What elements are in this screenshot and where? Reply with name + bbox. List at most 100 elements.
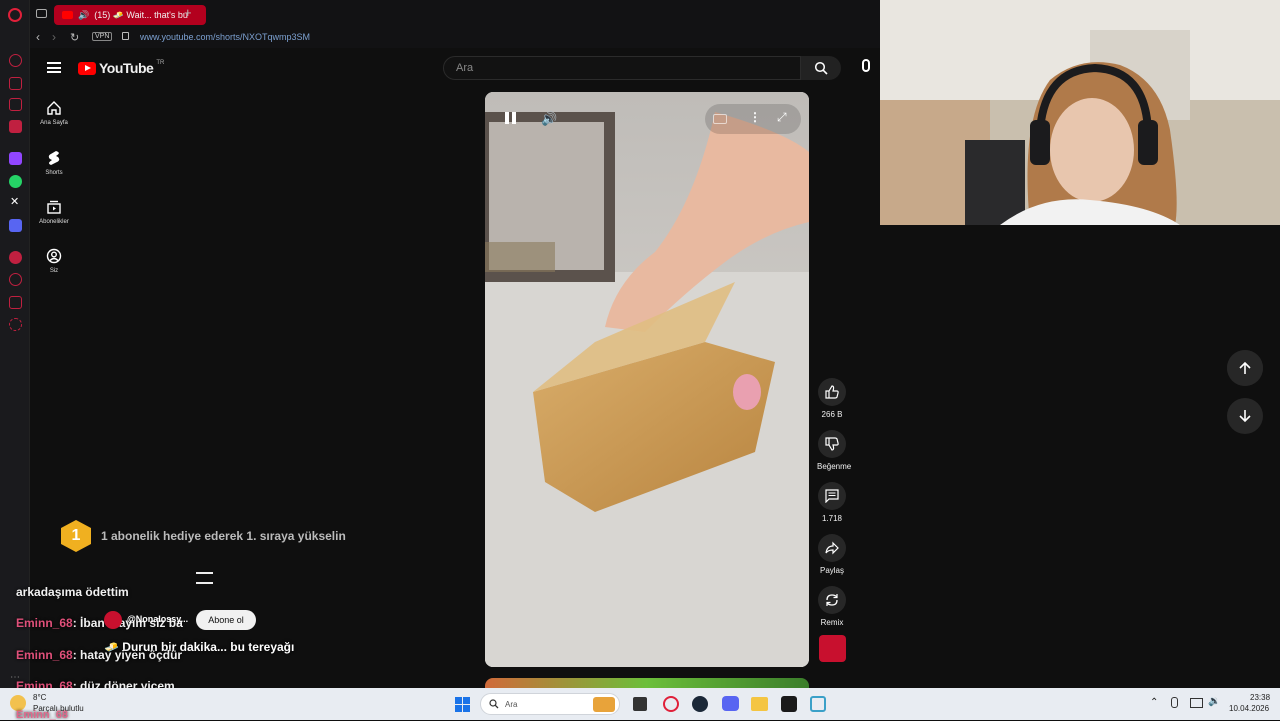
- search-input[interactable]: Ara: [443, 56, 801, 80]
- tab-bar: 🔊 (15) 🧈 Wait... that's bu +: [30, 0, 880, 28]
- reload-icon[interactable]: ↻: [70, 31, 79, 44]
- chat-user: Eminn_68: [16, 616, 73, 630]
- refresh-icon[interactable]: [9, 54, 22, 67]
- clock-date[interactable]: 10.04.2026: [1229, 704, 1269, 713]
- discord-icon[interactable]: [9, 219, 22, 232]
- shopping-icon[interactable]: [9, 77, 22, 90]
- steam-icon[interactable]: [692, 696, 708, 712]
- remix-button[interactable]: Remix: [817, 586, 847, 627]
- like-count: 266 B: [821, 410, 843, 419]
- shorts-icon: [48, 151, 60, 165]
- file-explorer-icon[interactable]: [751, 697, 768, 711]
- opera-taskbar-icon[interactable]: [663, 696, 679, 712]
- share-label: Paylaş: [819, 566, 844, 575]
- nav-label: Ana Sayfa: [40, 120, 68, 126]
- share-icon: [825, 541, 839, 555]
- previous-short-button[interactable]: [1227, 350, 1263, 386]
- taskbar-search[interactable]: Ara: [480, 693, 620, 715]
- tray-chevron-icon[interactable]: ⌃: [1150, 697, 1158, 708]
- discord-taskbar-icon[interactable]: [722, 696, 739, 711]
- task-view-icon[interactable]: [633, 697, 647, 711]
- captions-icon[interactable]: [713, 114, 727, 124]
- rank-message: 1 abonelik hediye ederek 1. sıraya yükse…: [101, 529, 346, 543]
- display-tray-icon[interactable]: [1190, 698, 1203, 708]
- settings-icon[interactable]: [9, 318, 22, 331]
- taskbar-search-text: Ara: [505, 700, 518, 709]
- nav-label: Siz: [49, 268, 59, 274]
- app-icon[interactable]: [781, 696, 797, 712]
- subscriptions-icon: [47, 200, 61, 214]
- audio-source-thumbnail[interactable]: [819, 635, 846, 662]
- logo-text: YouTube: [99, 60, 154, 76]
- chat-filter-icon: [196, 572, 213, 584]
- like-button[interactable]: 266 B: [817, 378, 847, 419]
- channel-avatar[interactable]: [104, 611, 122, 629]
- chat-message: Eminn_68: hatay yiyen öçdür: [16, 648, 182, 662]
- tab-title: (15) 🧈 Wait... that's bu: [94, 9, 188, 20]
- chat-user: Eminn_68: [16, 648, 73, 662]
- x-icon[interactable]: ✕: [10, 195, 19, 208]
- comment-count: 1.718: [821, 514, 843, 523]
- search-icon: [489, 699, 499, 709]
- tab-overview-icon[interactable]: [36, 9, 47, 18]
- home-icon: [47, 101, 61, 115]
- subscribe-button[interactable]: Abone ol: [196, 610, 256, 630]
- remix-label: Remix: [820, 618, 844, 627]
- back-icon[interactable]: ‹: [36, 30, 40, 44]
- mic-icon[interactable]: [862, 59, 870, 72]
- nav-shorts[interactable]: Shorts: [30, 150, 78, 176]
- channel-handle[interactable]: @Nonalossy...: [127, 614, 188, 624]
- extensions-icon[interactable]: [9, 296, 22, 309]
- opera-logo-icon[interactable]: [8, 8, 22, 22]
- short-video-player[interactable]: 🔊 ⋮ ⤢: [485, 92, 809, 667]
- volume-tray-icon[interactable]: 🔉: [1208, 696, 1220, 707]
- more-options-icon[interactable]: ⋮: [749, 110, 761, 124]
- forward-icon[interactable]: ›: [52, 30, 56, 44]
- new-tab-button[interactable]: +: [184, 5, 192, 20]
- youtube-logo[interactable]: YouTube TR: [78, 60, 164, 76]
- nav-label: Shorts: [45, 170, 63, 176]
- twitch-icon[interactable]: [9, 152, 22, 165]
- windows-start-icon[interactable]: [455, 697, 470, 712]
- volume-icon[interactable]: 🔊: [541, 111, 557, 127]
- nav-home[interactable]: Ana Sayfa: [30, 100, 78, 126]
- dislike-button[interactable]: Beğenme: [817, 430, 851, 471]
- webcam-overlay: [880, 0, 1280, 225]
- webcam-feed: [880, 0, 1280, 225]
- pause-button[interactable]: [503, 110, 519, 126]
- nav-label: Abonelikler: [39, 219, 69, 225]
- menu-icon[interactable]: [47, 62, 61, 73]
- nav-subscriptions[interactable]: Abonelikler: [30, 199, 78, 225]
- messenger-icon[interactable]: [9, 120, 22, 133]
- search-button[interactable]: [801, 56, 841, 80]
- chat-message: Eminn_68: [16, 709, 68, 721]
- search-highlight-icon: [593, 697, 615, 712]
- video-frame: [485, 92, 809, 667]
- comments-button[interactable]: 1.718: [817, 482, 847, 523]
- weather-temp[interactable]: 8°C: [33, 693, 46, 702]
- url-text[interactable]: www.youtube.com/shorts/NXOTqwmp3SM: [140, 32, 310, 42]
- history-icon[interactable]: [9, 273, 22, 286]
- youtube-page: YouTube TR Ana Sayfa Shorts Abonelikler …: [30, 48, 1263, 690]
- vpn-badge[interactable]: VPN: [92, 32, 113, 41]
- taskbar: 8°C Parçalı bulutlu Eminn_68 Ara ⌃ 🔉 23:…: [0, 688, 1280, 721]
- youtube-favicon-icon: [62, 11, 73, 19]
- thumbs-up-icon: [825, 385, 839, 399]
- remix-icon: [826, 594, 838, 606]
- fullscreen-icon[interactable]: ⤢: [777, 110, 787, 125]
- clock-time[interactable]: 23:38: [1250, 693, 1270, 702]
- share-button[interactable]: Paylaş: [817, 534, 847, 575]
- whatsapp-icon[interactable]: [9, 175, 22, 188]
- next-short-button[interactable]: [1227, 398, 1263, 434]
- search-icon: [814, 61, 828, 75]
- network-app-icon[interactable]: [810, 696, 826, 712]
- microphone-tray-icon[interactable]: [1171, 697, 1178, 708]
- play-logo-icon: [78, 61, 96, 75]
- nav-you[interactable]: Siz: [30, 248, 78, 274]
- chat-text: arkadaşıma ödettim: [16, 585, 129, 599]
- chat-message: arkadaşıma ödettim: [16, 585, 129, 599]
- wallet-icon[interactable]: [9, 98, 22, 111]
- chat-user: Eminn_68: [16, 709, 68, 721]
- spotify-icon[interactable]: [9, 251, 22, 264]
- speaker-icon[interactable]: 🔊: [78, 10, 89, 21]
